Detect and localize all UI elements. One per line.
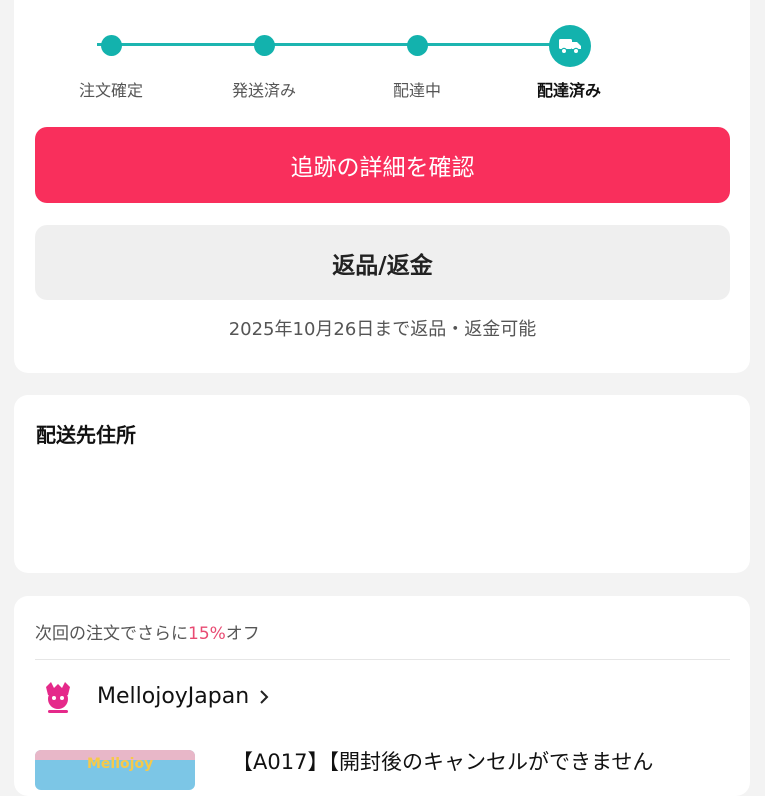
view-tracking-button[interactable]: 追跡の詳細を確認 bbox=[35, 127, 730, 203]
product-thumbnail[interactable]: Mellojoy bbox=[35, 750, 195, 790]
product-title[interactable]: 【A017】【開封後のキャンセルができません bbox=[232, 746, 653, 776]
step-dot-shipped bbox=[254, 35, 275, 56]
return-deadline-text: 2025年10月26日まで返品・返金可能 bbox=[228, 319, 537, 340]
promo-percent: 15% bbox=[188, 624, 226, 644]
truck-icon bbox=[559, 39, 581, 55]
step-label-delivered: 配達済み bbox=[536, 81, 601, 100]
step-label-shipped: 発送済み bbox=[231, 81, 296, 100]
promo-prefix: 次回の注文でさらに bbox=[35, 624, 188, 644]
progress-track bbox=[97, 43, 552, 46]
step-label-ordered: 注文確定 bbox=[78, 81, 143, 100]
step-dot-delivered bbox=[549, 25, 591, 67]
shipping-address-title: 配送先住所 bbox=[36, 423, 136, 447]
shop-name: MellojoyJapan bbox=[97, 684, 250, 709]
shop-link[interactable]: MellojoyJapan bbox=[97, 684, 269, 709]
promo-suffix: オフ bbox=[225, 624, 260, 644]
step-dot-ordered bbox=[101, 35, 122, 56]
mellojoy-logo-icon[interactable] bbox=[38, 680, 78, 716]
return-refund-button[interactable]: 返品/返金 bbox=[35, 225, 730, 300]
promo-text: 次回の注文でさらに15%オフ bbox=[35, 619, 260, 644]
step-label-in-transit: 配達中 bbox=[392, 81, 441, 100]
divider bbox=[35, 659, 730, 660]
step-dot-in-transit bbox=[407, 35, 428, 56]
thumbnail-label: Mellojoy bbox=[87, 756, 154, 772]
chevron-right-icon bbox=[260, 689, 269, 704]
